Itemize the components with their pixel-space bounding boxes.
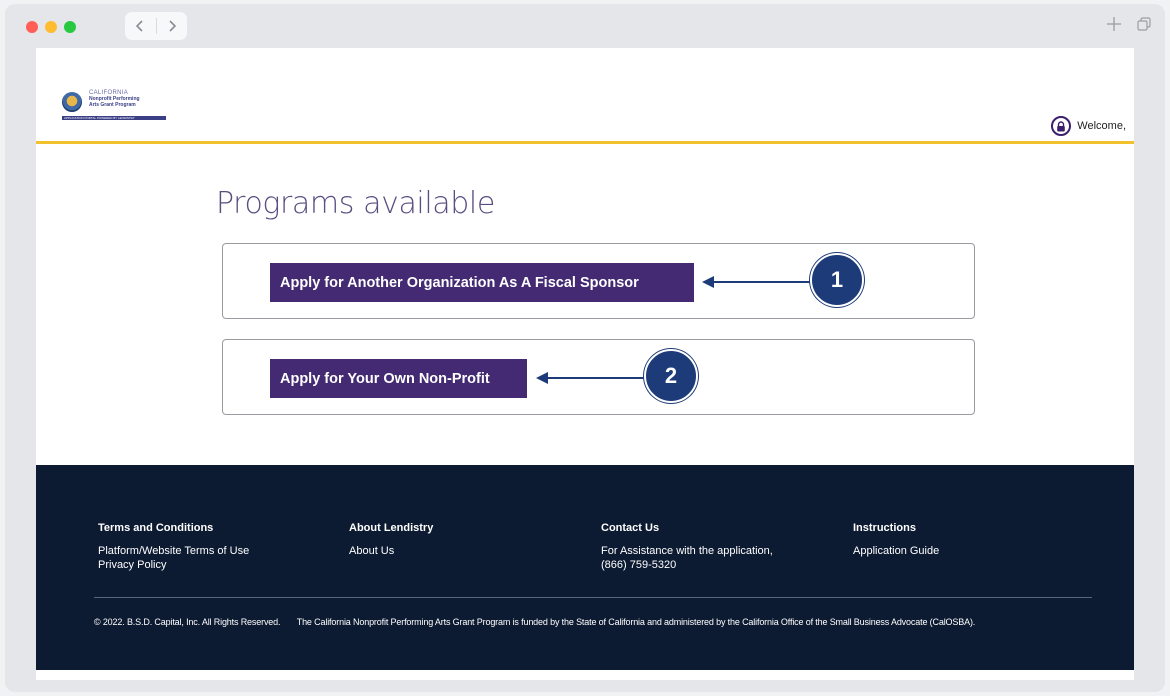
new-tab-button[interactable] — [1105, 15, 1123, 33]
tabs-overview-icon — [1137, 20, 1148, 31]
footer-heading-terms: Terms and Conditions — [98, 522, 214, 534]
logo-line-3: Arts Grant Program — [89, 102, 136, 108]
apply-fiscal-sponsor-button[interactable]: Apply for Another Organization As A Fisc… — [270, 263, 694, 302]
program-logo[interactable]: CALIFORNIA Nonprofit Performing Arts Gra… — [62, 90, 166, 120]
browser-toolbar — [5, 4, 1165, 48]
maximize-window-button[interactable] — [64, 21, 76, 33]
application-guide-link[interactable]: Application Guide — [853, 544, 939, 558]
plus-icon — [1107, 17, 1121, 31]
program-card-own-nonprofit: Apply for Your Own Non-Profit 2 — [222, 339, 975, 415]
footer-col-contact: Contact Us For Assistance with the appli… — [601, 522, 773, 572]
chevron-right-icon — [169, 20, 176, 32]
privacy-policy-link[interactable]: Privacy Policy — [98, 558, 249, 572]
welcome-text: Welcome, — [1077, 120, 1126, 132]
footer-heading-instructions: Instructions — [853, 522, 916, 534]
page-title: Programs available — [216, 186, 495, 221]
minimize-window-button[interactable] — [45, 21, 57, 33]
site-footer: Terms and Conditions Platform/Website Te… — [36, 465, 1134, 670]
apply-own-nonprofit-button[interactable]: Apply for Your Own Non-Profit — [270, 359, 527, 398]
footer-heading-about: About Lendistry — [349, 522, 434, 534]
footer-legal: © 2022. B.S.D. Capital, Inc. All Rights … — [94, 617, 975, 627]
copyright-text: © 2022. B.S.D. Capital, Inc. All Rights … — [94, 617, 281, 627]
history-navigation — [125, 12, 187, 40]
tabs-overview-button[interactable] — [1136, 16, 1152, 32]
browser-window: CALIFORNIA Nonprofit Performing Arts Gra… — [5, 4, 1165, 692]
footer-col-about: About Lendistry About Us — [349, 522, 433, 558]
footer-col-terms: Terms and Conditions Platform/Website Te… — [98, 522, 249, 572]
callout-arrow-2 — [536, 372, 646, 384]
assistance-text: For Assistance with the application, — [601, 545, 773, 557]
footer-divider — [94, 597, 1092, 598]
footer-heading-contact: Contact Us — [601, 522, 660, 534]
chevron-left-icon — [136, 20, 143, 32]
funding-note: The California Nonprofit Performing Arts… — [296, 617, 976, 627]
state-seal-icon — [62, 92, 82, 112]
program-card-fiscal-sponsor: Apply for Another Organization As A Fisc… — [222, 243, 975, 319]
terms-of-use-link[interactable]: Platform/Website Terms of Use — [98, 544, 249, 558]
web-page: CALIFORNIA Nonprofit Performing Arts Gra… — [36, 48, 1134, 680]
logo-strip: APPLICATION PORTAL POWERED BY LENDISTRY — [62, 116, 166, 120]
logo-text: CALIFORNIA Nonprofit Performing Arts Gra… — [89, 90, 140, 108]
phone-link[interactable]: (866) 759-5320 — [601, 558, 773, 572]
tabs-overview-icon-back — [1140, 17, 1151, 28]
lock-glyph — [1057, 120, 1066, 131]
lock-icon — [1051, 116, 1072, 136]
callout-arrow-1 — [702, 276, 812, 288]
user-menu[interactable]: Welcome, — [1051, 116, 1126, 136]
forward-button[interactable] — [157, 12, 188, 40]
back-button[interactable] — [125, 12, 156, 40]
close-window-button[interactable] — [26, 21, 38, 33]
footer-col-instructions: Instructions Application Guide — [853, 522, 939, 558]
callout-badge-2: 2 — [644, 349, 698, 403]
site-header: CALIFORNIA Nonprofit Performing Arts Gra… — [36, 48, 1134, 144]
about-us-link[interactable]: About Us — [349, 544, 433, 558]
callout-badge-1: 1 — [810, 253, 864, 307]
